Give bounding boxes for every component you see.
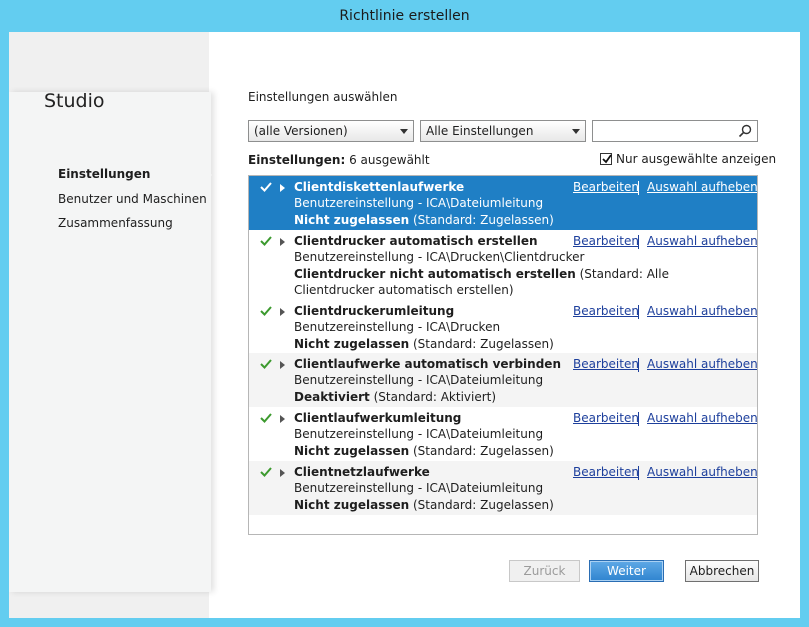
setting-value-text: Nicht zugelassen	[294, 444, 410, 458]
list-item[interactable]: Clientdruckerumleitung Benutzereinstellu…	[249, 300, 757, 353]
dialog-client-area: Studio Einstellungen Benutzer und Maschi…	[9, 32, 800, 618]
expand-arrow-icon[interactable]	[280, 415, 285, 423]
link-divider	[638, 305, 639, 319]
check-icon	[260, 359, 272, 369]
link-divider	[638, 412, 639, 426]
active-step-pointer	[205, 168, 212, 182]
link-divider	[638, 235, 639, 249]
selection-count-value: 6 ausgewählt	[349, 153, 430, 167]
list-item[interactable]: Clientnetzlaufwerke Benutzereinstellung …	[249, 461, 757, 515]
check-icon	[260, 467, 272, 477]
setting-value-text: Deaktiviert	[294, 390, 370, 404]
list-item[interactable]: Clientlaufwerkumleitung Benutzereinstell…	[249, 407, 757, 461]
setting-title: Clientdruckerumleitung	[294, 304, 455, 318]
sidebar-item-benutzer-und-maschinen[interactable]: Benutzer und Maschinen	[58, 192, 207, 206]
selection-count-label: Einstellungen:	[248, 153, 346, 167]
setting-value: Deaktiviert (Standard: Aktiviert)	[294, 389, 744, 405]
edit-link[interactable]: Bearbeiten	[573, 357, 639, 371]
setting-title: Clientlaufwerke automatisch verbinden	[294, 357, 561, 371]
only-selected-label: Nur ausgewählte anzeigen	[616, 152, 777, 166]
setting-path: Benutzereinstellung - ICA\Drucken	[294, 320, 501, 334]
edit-link[interactable]: Bearbeiten	[573, 304, 639, 318]
setting-default: (Standard: Aktiviert)	[373, 390, 497, 404]
link-divider	[638, 181, 639, 195]
edit-link[interactable]: Bearbeiten	[573, 465, 639, 479]
page-heading: Einstellungen auswählen	[248, 90, 398, 104]
edit-link[interactable]: Bearbeiten	[573, 411, 639, 425]
deselect-link[interactable]: Auswahl aufheben	[647, 357, 757, 371]
setting-value-text: Nicht zugelassen	[294, 498, 410, 512]
setting-title: Clientdiskettenlaufwerke	[294, 180, 465, 194]
setting-value-text: Nicht zugelassen	[294, 337, 410, 351]
link-divider	[638, 466, 639, 480]
setting-path: Benutzereinstellung - ICA\Drucken\Client…	[294, 250, 585, 264]
setting-value-text: Nicht zugelassen	[294, 213, 410, 227]
sidebar-item-zusammenfassung[interactable]: Zusammenfassung	[58, 216, 173, 230]
checkmark-icon	[602, 154, 612, 164]
list-item[interactable]: Clientdiskettenlaufwerke Benutzereinstel…	[249, 176, 757, 230]
setting-default: (Standard: Zugelassen)	[413, 444, 554, 458]
setting-title: Clientlaufwerkumleitung	[294, 411, 462, 425]
only-selected-checkbox[interactable]	[600, 153, 612, 165]
expand-arrow-icon[interactable]	[280, 361, 285, 369]
setting-default: (Standard: Zugelassen)	[413, 498, 554, 512]
setting-title: Clientnetzlaufwerke	[294, 465, 430, 479]
app-title: Studio	[44, 90, 105, 112]
setting-path: Benutzereinstellung - ICA\Dateiumleitung	[294, 373, 544, 387]
cancel-button[interactable]: Abbrechen	[685, 560, 759, 582]
next-button[interactable]: Weiter	[589, 560, 664, 582]
setting-default: (Standard: Zugelassen)	[413, 337, 554, 351]
window-title: Richtlinie erstellen	[339, 8, 470, 24]
expand-arrow-icon[interactable]	[280, 238, 285, 246]
settings-list[interactable]: Clientdiskettenlaufwerke Benutzereinstel…	[248, 175, 758, 535]
setting-value: Clientdrucker nicht automatisch erstelle…	[294, 266, 744, 298]
setting-title: Clientdrucker automatisch erstellen	[294, 234, 538, 248]
check-icon	[260, 236, 272, 246]
setting-path: Benutzereinstellung - ICA\Dateiumleitung	[294, 481, 544, 495]
setting-default: (Standard: Zugelassen)	[413, 213, 554, 227]
setting-value: Nicht zugelassen (Standard: Zugelassen)	[294, 212, 744, 228]
check-icon	[260, 182, 272, 192]
setting-path: Benutzereinstellung - ICA\Dateiumleitung	[294, 196, 544, 210]
setting-value: Nicht zugelassen (Standard: Zugelassen)	[294, 336, 744, 352]
setting-value-text: Clientdrucker nicht automatisch erstelle…	[294, 267, 576, 281]
back-button[interactable]: Zurück	[509, 560, 580, 582]
setting-path: Benutzereinstellung - ICA\Dateiumleitung	[294, 427, 544, 441]
category-filter-value: Alle Einstellungen	[426, 124, 534, 138]
search-input[interactable]	[592, 120, 758, 142]
expand-arrow-icon[interactable]	[280, 469, 285, 477]
sidebar-item-einstellungen[interactable]: Einstellungen	[58, 167, 150, 181]
edit-link[interactable]: Bearbeiten	[573, 180, 639, 194]
link-divider	[638, 358, 639, 372]
check-icon	[260, 306, 272, 316]
deselect-link[interactable]: Auswahl aufheben	[647, 411, 757, 425]
deselect-link[interactable]: Auswahl aufheben	[647, 180, 757, 194]
chevron-down-icon	[400, 129, 408, 134]
search-icon[interactable]	[738, 124, 752, 138]
expand-arrow-icon[interactable]	[280, 184, 285, 192]
only-selected-toggle[interactable]: Nur ausgewählte anzeigen	[600, 152, 776, 166]
category-filter-dropdown[interactable]: Alle Einstellungen	[420, 120, 586, 142]
selection-count: Einstellungen: 6 ausgewählt	[248, 153, 430, 167]
check-icon	[260, 413, 272, 423]
version-filter-dropdown[interactable]: (alle Versionen)	[248, 120, 414, 142]
list-item[interactable]: Clientdrucker automatisch erstellen Benu…	[249, 230, 757, 300]
setting-value: Nicht zugelassen (Standard: Zugelassen)	[294, 497, 744, 513]
chevron-down-icon	[572, 129, 580, 134]
dialog-window: Richtlinie erstellen Studio Einstellunge…	[0, 0, 809, 627]
edit-link[interactable]: Bearbeiten	[573, 234, 639, 248]
version-filter-value: (alle Versionen)	[254, 124, 348, 138]
deselect-link[interactable]: Auswahl aufheben	[647, 234, 757, 248]
deselect-link[interactable]: Auswahl aufheben	[647, 465, 757, 479]
expand-arrow-icon[interactable]	[280, 308, 285, 316]
deselect-link[interactable]: Auswahl aufheben	[647, 304, 757, 318]
setting-value: Nicht zugelassen (Standard: Zugelassen)	[294, 443, 744, 459]
list-item[interactable]: Clientlaufwerke automatisch verbinden Be…	[249, 353, 757, 407]
